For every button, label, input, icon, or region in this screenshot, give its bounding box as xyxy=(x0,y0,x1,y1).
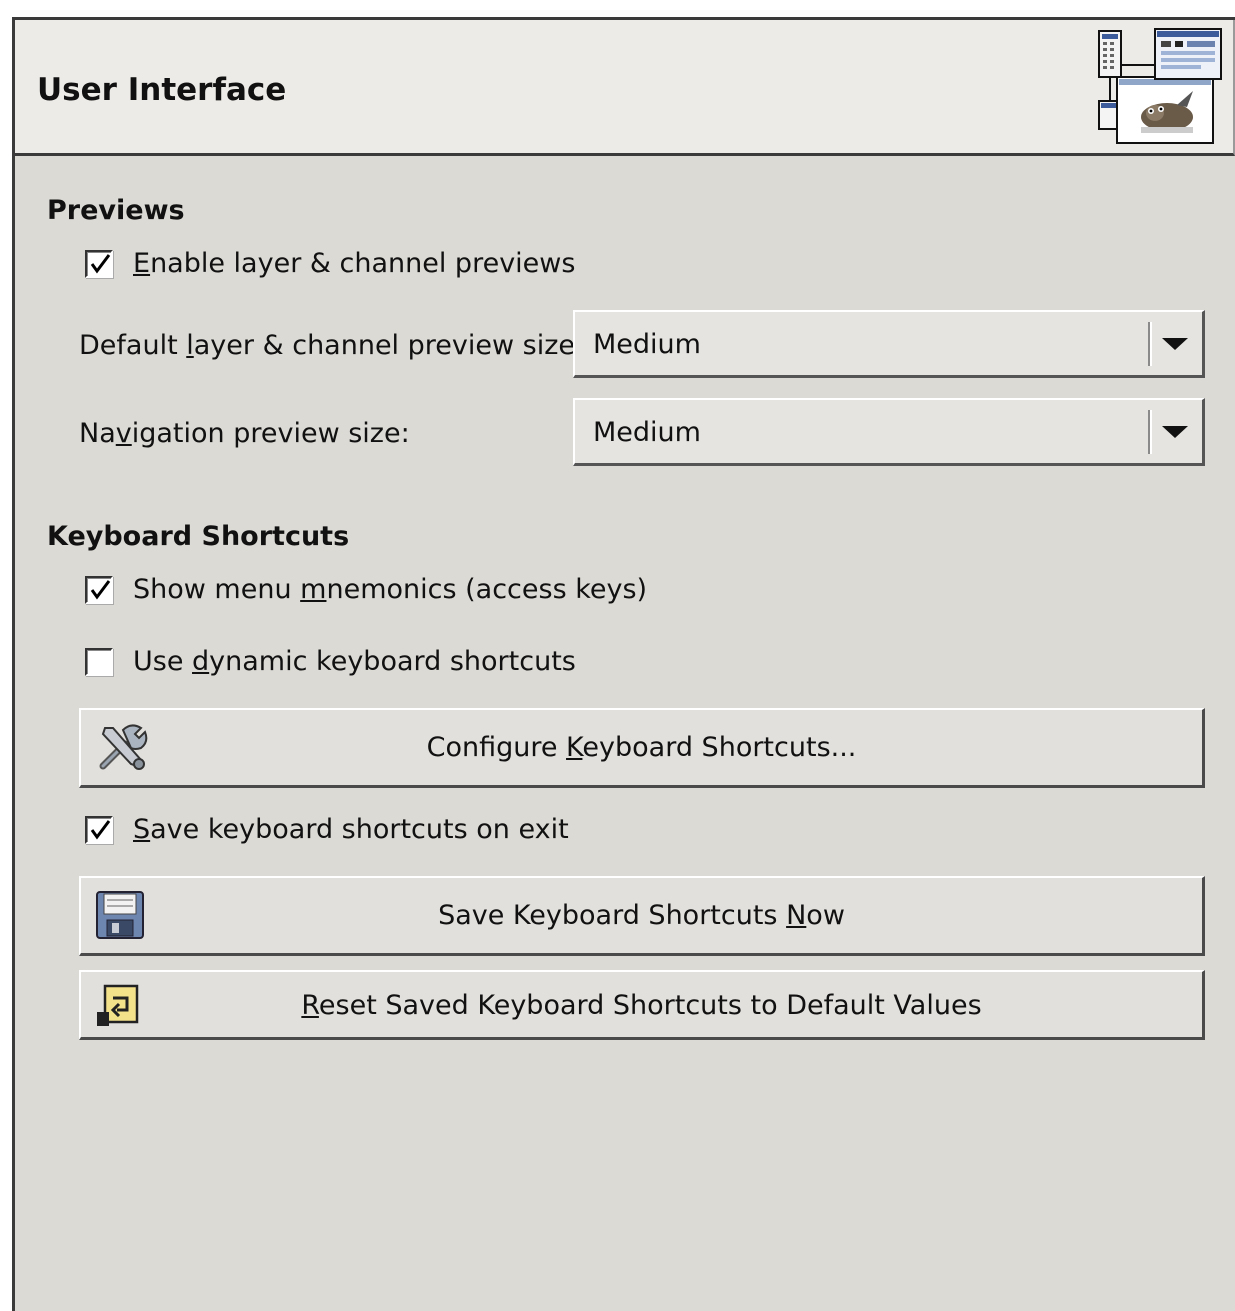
checkmark-icon xyxy=(90,579,111,600)
enable-previews-label: Enable layer & channel previews xyxy=(133,248,576,279)
enable-previews-checkbox-row[interactable]: Enable layer & channel previews xyxy=(85,248,575,279)
combo-separator xyxy=(1148,322,1152,366)
dynamic-shortcuts-label: Use dynamic keyboard shortcuts xyxy=(133,646,576,677)
save-keyboard-shortcuts-now-button[interactable]: Save Keyboard Shortcuts Now xyxy=(79,876,1205,956)
dynamic-shortcuts-checkbox[interactable] xyxy=(85,647,113,676)
chevron-down-icon[interactable] xyxy=(1162,426,1188,438)
navigation-preview-size-select[interactable]: Medium xyxy=(573,398,1205,466)
show-mnemonics-label: Show menu mnemonics (access keys) xyxy=(133,574,648,605)
preferences-frame: User Interface Previews Enable layer & c… xyxy=(0,0,1235,1311)
save-now-button-label: Save Keyboard Shortcuts Now xyxy=(438,900,845,931)
default-preview-size-label: Default layer & channel preview size: xyxy=(79,330,585,361)
previews-section-title: Previews xyxy=(47,195,185,226)
default-preview-size-value: Medium xyxy=(593,329,701,360)
enable-previews-checkbox[interactable] xyxy=(85,249,113,278)
gimp-interface-icon xyxy=(1097,25,1223,147)
combo-separator xyxy=(1148,410,1152,454)
configure-keyboard-shortcuts-button[interactable]: Configure Keyboard Shortcuts... xyxy=(79,708,1205,788)
checkmark-icon xyxy=(90,819,111,840)
reset-button-label: Reset Saved Keyboard Shortcuts to Defaul… xyxy=(301,990,982,1021)
default-preview-size-select[interactable]: Medium xyxy=(573,310,1205,378)
keyboard-shortcuts-section-title: Keyboard Shortcuts xyxy=(47,521,350,552)
configure-button-label: Configure Keyboard Shortcuts... xyxy=(426,732,857,763)
chevron-down-icon[interactable] xyxy=(1162,338,1188,350)
save-on-exit-checkbox[interactable] xyxy=(85,815,113,844)
show-mnemonics-checkbox-row[interactable]: Show menu mnemonics (access keys) xyxy=(85,574,647,605)
reset-keyboard-shortcuts-button[interactable]: Reset Saved Keyboard Shortcuts to Defaul… xyxy=(79,970,1205,1040)
dynamic-shortcuts-checkbox-row[interactable]: Use dynamic keyboard shortcuts xyxy=(85,646,576,677)
page-title: User Interface xyxy=(37,72,287,108)
navigation-preview-size-label: Navigation preview size: xyxy=(79,418,410,449)
page-header: User Interface xyxy=(15,20,1235,156)
checkmark-icon xyxy=(90,253,111,274)
show-mnemonics-checkbox[interactable] xyxy=(85,575,113,604)
navigation-preview-size-value: Medium xyxy=(593,417,701,448)
save-on-exit-label: Save keyboard shortcuts on exit xyxy=(133,814,569,845)
save-on-exit-checkbox-row[interactable]: Save keyboard shortcuts on exit xyxy=(85,814,569,845)
preferences-pane: User Interface Previews Enable layer & c… xyxy=(12,17,1235,1311)
